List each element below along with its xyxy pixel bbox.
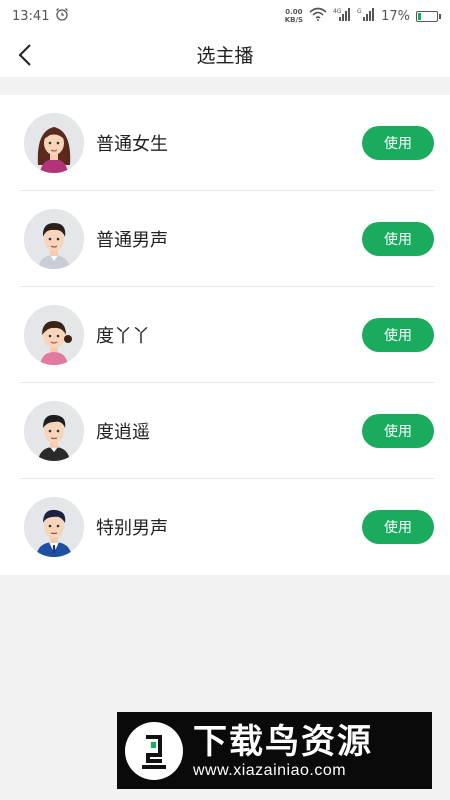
watermark-url: www.xiazainiao.com [193,761,347,779]
anchor-name: 普通女生 [96,133,168,155]
list-item: 特别男声 使用 [20,479,434,575]
battery-percent: 17% [381,8,410,24]
use-button[interactable]: 使用 [362,221,434,256]
signal-4g-icon: 4G [333,7,351,25]
anchor-list: 普通女生 使用 普通男声 使用 度丫丫 使用 度逍遥 使用 特别男声 使用 [0,95,450,575]
alarm-icon [55,7,69,25]
watermark-banner: 下载鸟资源 www.xiazainiao.com [117,712,432,789]
battery-icon [416,10,441,22]
signal-g-icon: G [357,7,375,25]
young-male-avatar [24,400,84,461]
nav-bar: 选主播 [0,32,450,77]
back-button[interactable] [8,38,42,72]
anchor-name: 特别男声 [96,518,168,539]
svg-text:G: G [357,8,362,15]
net-speed-unit: KB/S [284,16,304,24]
list-item: 普通女生 使用 [20,95,434,191]
page-title: 选主播 [196,45,254,67]
use-button[interactable]: 使用 [362,125,434,160]
bird-logo-icon [125,721,183,780]
status-left: 13:41 [12,7,69,25]
back-arrow-icon [18,44,31,66]
watermark-text: 下载鸟资源 www.xiazainiao.com [193,722,373,780]
status-bar: 13:41 0.00 KB/S 4G G 17% [0,0,450,32]
anchor-name: 度丫丫 [96,325,150,347]
use-button[interactable]: 使用 [362,413,434,448]
anchor-name: 普通男声 [96,229,168,251]
status-time: 13:41 [12,8,50,24]
anchor-name: 度逍遥 [96,421,150,443]
watermark-title: 下载鸟资源 [193,721,373,762]
male-avatar [24,208,84,269]
list-item: 度丫丫 使用 [20,287,434,383]
girl-avatar [24,304,84,365]
suit-male-avatar [24,497,84,557]
battery-level-fill [418,12,422,20]
list-item: 普通男声 使用 [20,191,434,287]
use-button[interactable]: 使用 [362,510,434,544]
list-item: 度逍遥 使用 [20,383,434,479]
use-button[interactable]: 使用 [362,317,434,352]
svg-text:4G: 4G [333,8,342,15]
status-right: 0.00 KB/S 4G G 17% [285,7,441,25]
net-speed: 0.00 KB/S [285,8,303,24]
net-speed-value: 0.00 [285,8,303,16]
wifi-icon [309,7,327,25]
female-avatar [24,112,84,173]
